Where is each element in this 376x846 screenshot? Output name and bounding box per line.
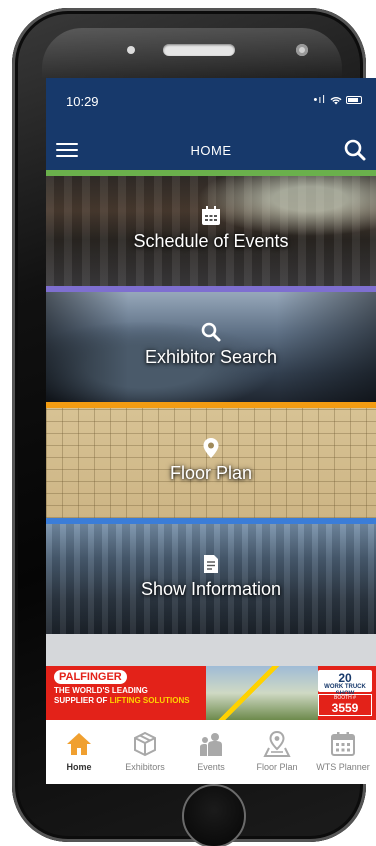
signal-icon: •ıl xyxy=(313,94,326,106)
nav-bar: HOME xyxy=(46,130,376,170)
tab-home[interactable]: Home xyxy=(46,720,112,784)
exhibitor-search-tile[interactable]: Exhibitor Search xyxy=(46,286,376,402)
tile-label: Exhibitor Search xyxy=(144,346,278,367)
box-icon xyxy=(134,731,156,757)
work-truck-show-logo: 20WORK TRUCK SHOW xyxy=(318,670,372,697)
tab-wts-planner[interactable]: WTS Planner xyxy=(310,720,376,784)
tile-label: Floor Plan xyxy=(169,462,253,483)
tile-accent-strip xyxy=(46,402,376,408)
home-button[interactable] xyxy=(182,784,246,846)
tab-events[interactable]: Events xyxy=(178,720,244,784)
banner-tagline: THE WORLD'S LEADING xyxy=(54,686,148,695)
banner-photo xyxy=(206,666,318,720)
banner-brand: PALFINGER xyxy=(54,670,127,684)
tile-accent-strip xyxy=(46,286,376,292)
booth-number-badge: BOOTH #3559 xyxy=(318,694,372,716)
content-spacer xyxy=(46,634,376,666)
tab-label: WTS Planner xyxy=(316,762,370,772)
status-bar: 10:29 •ıl xyxy=(46,78,376,130)
tab-floor-plan[interactable]: Floor Plan xyxy=(244,720,310,784)
earpiece-speaker xyxy=(163,44,235,56)
calendar-icon xyxy=(202,205,220,225)
tile-accent-strip xyxy=(46,170,376,176)
front-sensor xyxy=(127,46,135,54)
app-screen: 10:29 •ıl HOME Schedule of Events Exhibi… xyxy=(46,78,376,784)
banner-tagline: SUPPLIER OF LIFTING SOLUTIONS xyxy=(54,696,190,705)
status-time: 10:29 xyxy=(66,94,99,109)
tile-label: Schedule of Events xyxy=(133,230,289,251)
search-icon[interactable] xyxy=(342,137,368,163)
tab-label: Events xyxy=(197,762,225,772)
sponsor-banner[interactable]: PALFINGER THE WORLD'S LEADING SUPPLIER O… xyxy=(46,666,376,720)
status-icons: •ıl xyxy=(314,94,362,106)
map-pin-icon xyxy=(203,437,219,458)
front-camera xyxy=(296,44,308,56)
floor-plan-tile[interactable]: Floor Plan xyxy=(46,402,376,518)
tab-label: Exhibitors xyxy=(125,762,165,772)
tile-label: Show Information xyxy=(140,578,282,599)
page-title: HOME xyxy=(190,143,232,158)
document-icon xyxy=(204,554,218,573)
show-information-tile[interactable]: Show Information xyxy=(46,518,376,634)
wifi-icon xyxy=(330,96,342,105)
home-icon xyxy=(67,733,91,755)
tile-accent-strip xyxy=(46,518,376,524)
bottom-tab-bar: Home Exhibitors Events Floor Plan WTS Pl… xyxy=(46,720,376,784)
map-pin-icon xyxy=(263,730,291,757)
phone-frame: 10:29 •ıl HOME Schedule of Events Exhibi… xyxy=(12,8,376,846)
calendar-icon xyxy=(331,732,355,756)
tab-label: Floor Plan xyxy=(256,762,298,772)
battery-icon xyxy=(346,96,362,105)
people-icon xyxy=(200,733,222,756)
tab-label: Home xyxy=(66,762,92,772)
tab-exhibitors[interactable]: Exhibitors xyxy=(112,720,178,784)
search-icon xyxy=(201,322,221,341)
schedule-of-events-tile[interactable]: Schedule of Events xyxy=(46,170,376,286)
